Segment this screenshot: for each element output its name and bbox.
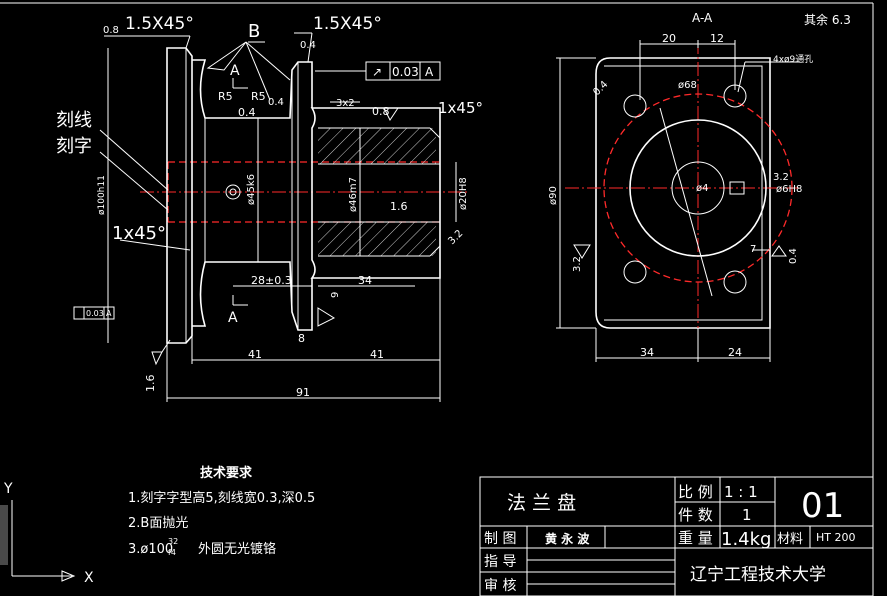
dim-3x2: 3x2 [336, 98, 355, 109]
drawing-number: 01 [801, 486, 844, 526]
sec-dim-24: 24 [728, 346, 742, 359]
ucs-icon: Y X [3, 481, 94, 586]
dim-9: 9 [330, 292, 341, 298]
sec-dim-12: 12 [710, 32, 724, 45]
sec-dim-7: 7 [750, 244, 756, 255]
notes-line2: 2.B面抛光 [128, 516, 188, 531]
chamfer-1x45-right: 1x45° [438, 99, 483, 117]
front-view-labels: 1.5X45° 1.5X45° 0.8 0.4 B A A R5 R5 0.4 … [56, 14, 483, 399]
holes-label: 4xø9通孔 [773, 54, 813, 65]
flange-body [166, 47, 193, 344]
rough-left-label: 0.8 [103, 25, 119, 36]
sec-rough-04: 0.4 [591, 79, 610, 98]
dim-91: 91 [296, 386, 310, 399]
sec-dia-68: ø68 [678, 80, 697, 91]
notes-line3-suffix: 外圆无光镀铬 [198, 541, 276, 557]
notes-line3-sup: 32 [168, 537, 178, 546]
rest-roughness: 其余 6.3 [804, 12, 851, 27]
sec-dia-90: ø90 [548, 186, 559, 205]
section-a-bottom-label: A [228, 310, 238, 326]
sec-dim-34: 34 [640, 346, 654, 359]
rough-16a: 1.6 [390, 200, 408, 213]
qty-value: 1 [742, 506, 752, 524]
chamfer-1x45-left: 1x45° [112, 223, 166, 244]
sec-rough-32: 3.2 [572, 256, 583, 272]
tol-datum: A [425, 65, 434, 79]
bolt-hole-br [723, 270, 747, 294]
cad-drawing-canvas[interactable]: 1.5X45° 1.5X45° 0.8 0.4 B A A R5 R5 0.4 … [0, 0, 887, 596]
rough-32-front: 3.2 [446, 228, 465, 247]
material-label: 材料 [777, 532, 803, 547]
bolt-hole-tl [623, 94, 647, 118]
bolt-hole-bl [623, 260, 647, 284]
tol2-value: 0.03 [86, 309, 104, 318]
front-view [73, 32, 470, 402]
school-name: 辽宁工程技术大学 [690, 565, 826, 585]
rough-right-label: 0.4 [300, 40, 316, 51]
drawn-label: 制 图 [484, 531, 516, 547]
chamfer-right-label: 1.5X45° [313, 14, 382, 34]
qty-label: 件 数 [678, 506, 713, 524]
notes-title: 技术要求 [200, 465, 253, 481]
engrave-line-label: 刻线 [56, 110, 92, 131]
rough-mid-label: 0.4 [238, 106, 256, 119]
ucs-y-label: Y [3, 481, 13, 497]
toolbar-sliver[interactable] [0, 505, 8, 565]
dim-41b: 41 [370, 348, 384, 361]
weight-value: 1.4kg [721, 529, 771, 550]
engrave-text-label: 刻字 [56, 136, 92, 157]
section-a-top-label: A [230, 63, 240, 79]
dia-46-label: ø46m7 [348, 177, 359, 212]
dim-8: 8 [298, 332, 305, 345]
r5-b-label: R5 [251, 90, 266, 103]
notes-line3-sub: f4 [168, 548, 176, 557]
r5-a-label: R5 [218, 90, 233, 103]
title-block: 法 兰 盘 比 例 1 : 1 件 数 1 01 制 图 黄 永 波 重 量 1… [479, 476, 874, 596]
rough-small-label: 0.4 [268, 97, 284, 108]
sec-dim-04: 0.4 [788, 248, 799, 264]
dim-34-front: 34 [358, 274, 372, 287]
sec-dia-4: ø4 [696, 183, 708, 194]
part-name: 法 兰 盘 [507, 492, 576, 514]
tol2-datum: A [106, 309, 112, 318]
section-view-labels: A-A 其余 6.3 20 12 4xø9通孔 ø68 ø90 ø4 ø6H8 … [548, 11, 851, 359]
sec-dia-6: ø6H8 [776, 184, 802, 195]
rough-16b: 1.6 [144, 375, 157, 393]
sec-dim-32: 3.2 [773, 172, 789, 183]
tol-value: 0.03 [392, 65, 419, 79]
scale-value: 1 : 1 [724, 483, 758, 501]
guide-label: 指 导 [484, 554, 516, 570]
rough-bore-label: 0.8 [372, 105, 390, 118]
dia-45-label: ø45k6 [246, 174, 257, 205]
material-value: HT 200 [816, 531, 855, 544]
sec-dim-20: 20 [662, 32, 676, 45]
ucs-x-label: X [84, 570, 94, 586]
dim-41a: 41 [248, 348, 262, 361]
dim-28: 28±0.3 [251, 274, 292, 287]
datum-b-label: B [248, 21, 260, 42]
notes-line3-prefix: 3.ø100 [128, 542, 173, 557]
tol-symbol: ↗ [372, 65, 382, 79]
review-label: 审 核 [484, 578, 516, 594]
dia-20-label: ø20H8 [458, 177, 469, 210]
scale-label: 比 例 [678, 483, 713, 501]
notes-line1: 1.刻字字型高5,刻线宽0.3,深0.5 [128, 490, 315, 506]
dia-100-label: ø100h11 [97, 175, 107, 215]
drawn-by: 黄 永 波 [545, 531, 590, 546]
chamfer-left-label: 1.5X45° [125, 14, 194, 34]
weight-label: 重 量 [678, 529, 713, 547]
technical-notes: 技术要求 1.刻字字型高5,刻线宽0.3,深0.5 2.B面抛光 3.ø100 … [128, 465, 315, 557]
section-title: A-A [692, 11, 713, 25]
